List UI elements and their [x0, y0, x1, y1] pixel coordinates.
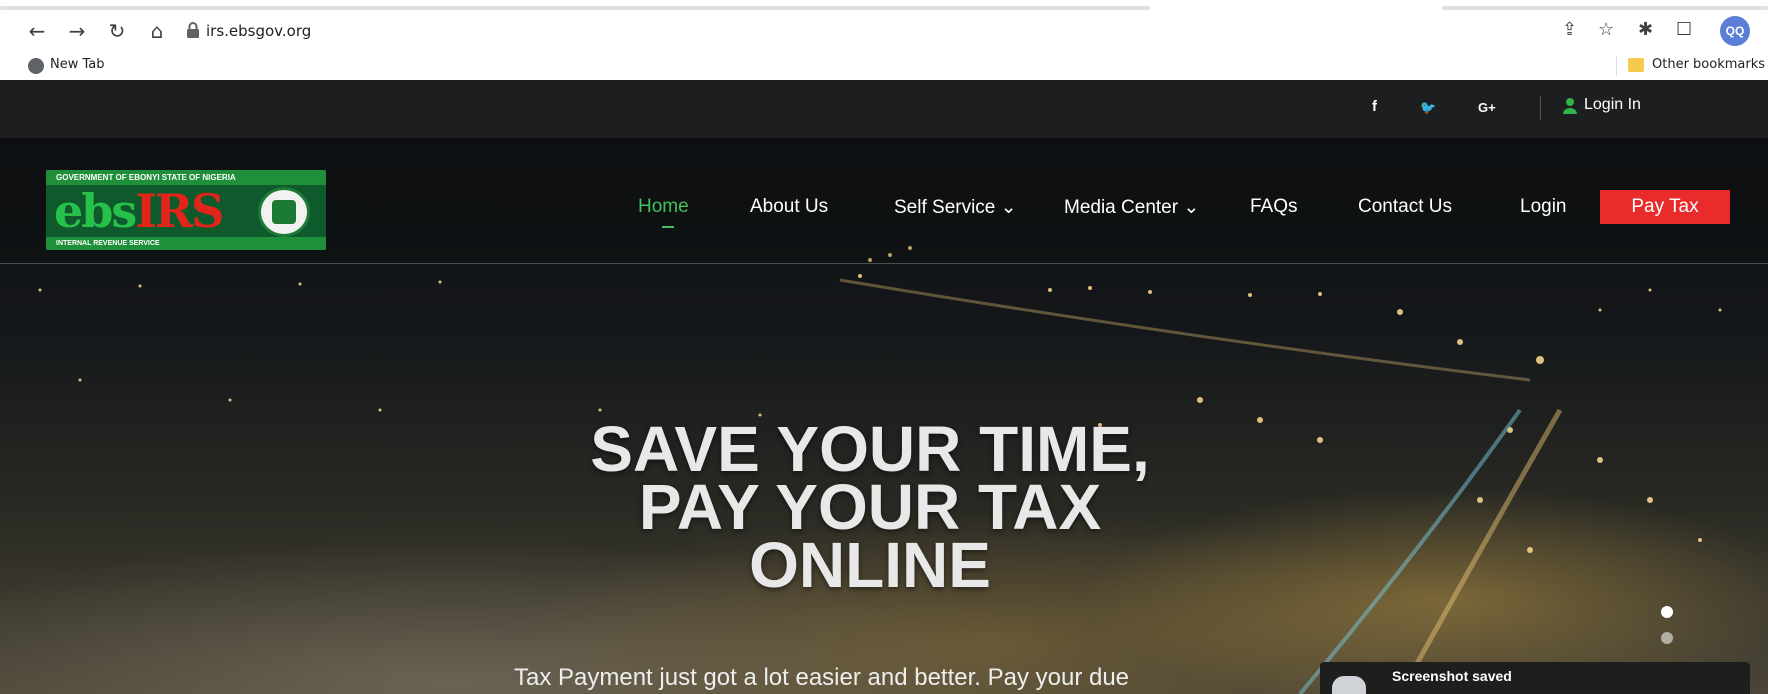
topbar-divider: [1540, 96, 1541, 120]
share-icon[interactable]: ⇪: [1562, 19, 1577, 40]
twitter-icon[interactable]: 🐦: [1420, 100, 1436, 116]
nav-media-center[interactable]: Media Center ⌄: [1064, 196, 1199, 219]
lock-icon: [187, 22, 199, 38]
hero-headline: SAVE YOUR TIME, PAY YOUR TAX ONLINE: [480, 413, 1260, 601]
hero-subtitle: Tax Payment just got a lot easier and be…: [514, 664, 1130, 691]
profile-avatar[interactable]: QQ: [1720, 16, 1750, 46]
globe-icon: [28, 58, 44, 74]
forward-arrow-icon[interactable]: →: [64, 18, 90, 44]
bookmarks-divider: [1616, 56, 1617, 76]
cloud-icon: [1332, 676, 1366, 694]
hero-line-1: SAVE YOUR TIME,: [590, 413, 1150, 485]
nav-faqs[interactable]: FAQs: [1250, 196, 1298, 218]
screenshot-toast[interactable]: Screenshot saved: [1320, 662, 1750, 694]
top-utility-bar: f 🐦 G+ Login In: [0, 80, 1768, 138]
extensions-icon[interactable]: ✱: [1638, 19, 1653, 40]
nav-about-us[interactable]: About Us: [750, 196, 828, 218]
coat-of-arms-shield: [272, 200, 296, 224]
tab-strip-edge: [0, 6, 1150, 10]
address-bar-row: ← → ↻ ⌂ irs.ebsgov.org ⇪ ☆ ✱ ☐ QQ: [0, 12, 1768, 52]
slider-dot[interactable]: [1661, 632, 1673, 644]
ebsirs-logo[interactable]: GOVERNMENT OF EBONYI STATE OF NIGERIA eb…: [46, 170, 326, 250]
nav-contact-us[interactable]: Contact Us: [1358, 196, 1452, 218]
login-in-link[interactable]: Login In: [1584, 96, 1641, 114]
hero-line-3: ONLINE: [749, 529, 991, 601]
pay-tax-button[interactable]: Pay Tax: [1600, 190, 1730, 224]
nav-active-indicator: [662, 226, 674, 228]
hero-line-2: PAY YOUR TAX: [638, 471, 1102, 543]
logo-word-green: ebs: [54, 184, 137, 238]
nav-login[interactable]: Login: [1520, 196, 1567, 218]
toast-title: Screenshot saved: [1392, 668, 1512, 684]
logo-top-banner: GOVERNMENT OF EBONYI STATE OF NIGERIA: [46, 170, 326, 185]
bookmark-other[interactable]: Other bookmarks: [1652, 57, 1765, 72]
browser-chrome: ← → ↻ ⌂ irs.ebsgov.org ⇪ ☆ ✱ ☐ QQ New Ta…: [0, 0, 1768, 80]
google-plus-icon[interactable]: G+: [1478, 100, 1496, 115]
home-icon[interactable]: ⌂: [144, 18, 170, 44]
slider-dot[interactable]: [1661, 606, 1673, 618]
nav-self-service[interactable]: Self Service ⌄: [894, 196, 1017, 219]
tab-strip-edge: [1442, 6, 1768, 10]
user-icon: [1563, 98, 1577, 114]
logo-word-red: IRS: [135, 184, 224, 238]
address-bar-url[interactable]: irs.ebsgov.org: [206, 22, 311, 40]
bookmarks-bar: New Tab Other bookmarks: [0, 52, 1768, 80]
coat-of-arms-icon: [258, 187, 310, 237]
logo-wordmark: ebsIRS: [54, 184, 224, 238]
facebook-icon[interactable]: f: [1372, 98, 1377, 115]
folder-icon: [1628, 58, 1644, 72]
back-arrow-icon[interactable]: ←: [24, 18, 50, 44]
star-bookmark-icon[interactable]: ☆: [1598, 19, 1614, 40]
nav-home[interactable]: Home: [638, 196, 689, 218]
bookmark-new-tab[interactable]: New Tab: [50, 57, 105, 72]
sidebar-icon[interactable]: ☐: [1676, 19, 1692, 40]
reload-icon[interactable]: ↻: [104, 18, 130, 44]
logo-bottom-banner: INTERNAL REVENUE SERVICE: [46, 237, 326, 250]
